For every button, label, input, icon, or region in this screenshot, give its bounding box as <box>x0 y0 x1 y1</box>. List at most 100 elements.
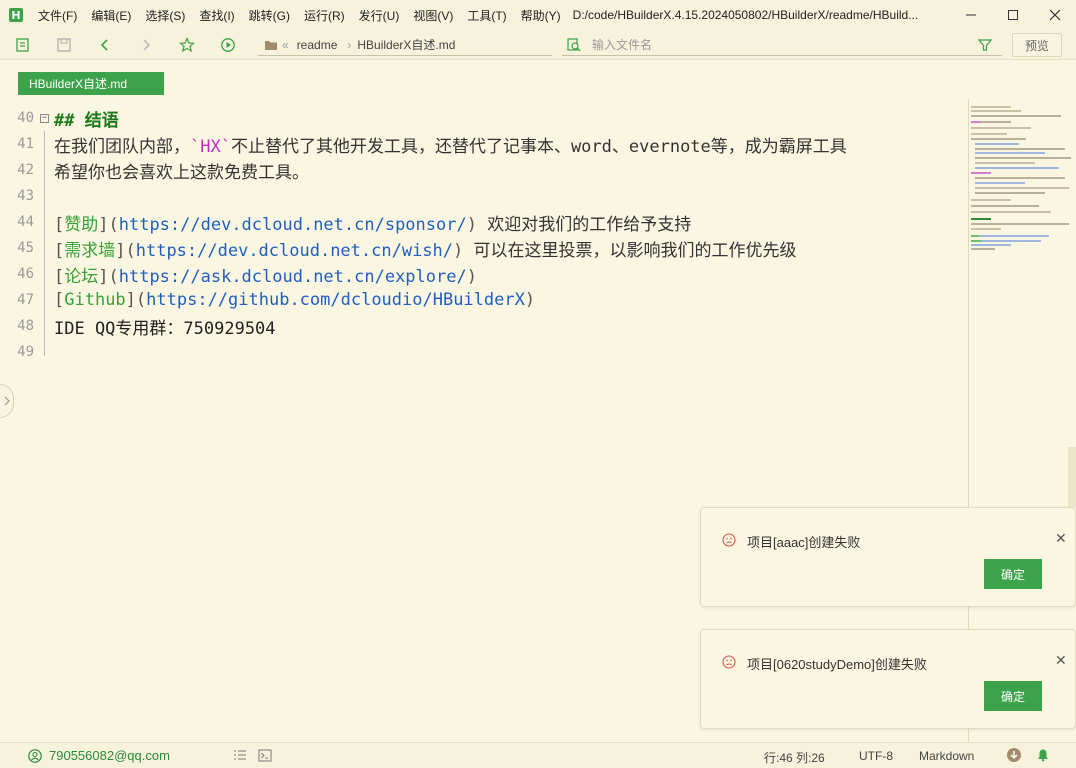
line-number: 46 <box>17 266 34 282</box>
editor-line: 44 [赞助](https://dev.dcloud.net.cn/sponso… <box>0 209 968 235</box>
line-number: 44 <box>17 214 34 230</box>
link-description: 可以在这里投票，以影响我们的工作优先级 <box>463 240 797 261</box>
file-search-bar <box>562 34 1002 56</box>
line-content: IDE QQ专用群：750929504 <box>54 318 276 339</box>
link-description: 欢迎对我们的工作给予支持 <box>476 214 692 235</box>
preview-button[interactable]: 预览 <box>1012 33 1062 57</box>
editor-line: 43 <box>0 183 968 209</box>
language-mode-selector[interactable]: Markdown <box>919 749 974 763</box>
editor-line: 40 − ## 结语 <box>0 105 968 131</box>
line-content: [论坛](https://ask.dcloud.net.cn/explore/) <box>54 266 477 287</box>
confirm-button[interactable]: 确定 <box>984 681 1042 711</box>
play-circle-icon <box>221 38 235 52</box>
link-url[interactable]: https://github.com/dcloudio/HBuilderX <box>146 290 525 310</box>
line-content: [赞助](https://dev.dcloud.net.cn/sponsor/)… <box>54 214 692 235</box>
editor-line: 41 在我们团队内部，`HX`不止替代了其他开发工具，还替代了记事本、word、… <box>0 131 968 157</box>
new-file-button[interactable] <box>14 36 32 54</box>
notification-message: 项目[aaac]创建失败 <box>747 535 861 550</box>
menu-tools[interactable]: 工具(T) <box>467 7 506 24</box>
text-segment: 在我们团队内部， <box>54 136 190 157</box>
close-icon <box>1049 9 1061 21</box>
link-text: 需求墙 <box>64 240 116 261</box>
cursor-position[interactable]: 行:46 列:26 <box>764 749 825 766</box>
link-url[interactable]: https://ask.dcloud.net.cn/explore/ <box>119 267 467 287</box>
menu-file[interactable]: 文件(F) <box>38 7 77 24</box>
tab-bar: HBuilderX自述.md <box>0 61 1076 99</box>
scrollbar-thumb[interactable] <box>1068 447 1076 507</box>
line-number: 43 <box>17 188 34 204</box>
maximize-button[interactable] <box>992 0 1034 30</box>
terminal-icon[interactable] <box>258 749 272 762</box>
line-number: 41 <box>17 136 34 152</box>
breadcrumb: « readme › HBuilderX自述.md <box>258 34 552 56</box>
toolbar: « readme › HBuilderX自述.md 预览 <box>0 30 1076 60</box>
notification-message: 项目[0620studyDemo]创建失败 <box>747 657 927 672</box>
menu-help[interactable]: 帮助(Y) <box>521 7 561 24</box>
confirm-button[interactable]: 确定 <box>984 559 1042 589</box>
line-number: 45 <box>17 240 34 256</box>
line-content: [Github](https://github.com/dcloudio/HBu… <box>54 290 536 310</box>
menu-run[interactable]: 运行(R) <box>304 7 345 24</box>
encoding-selector[interactable]: UTF-8 <box>859 749 893 763</box>
filter-icon[interactable] <box>978 38 992 52</box>
breadcrumb-separator-2: › <box>347 37 352 52</box>
tab-hbuilderx-readme[interactable]: HBuilderX自述.md <box>18 72 164 95</box>
sad-face-icon <box>722 655 736 669</box>
heading-text: 结语 <box>84 110 119 131</box>
window-title-path: D:/code/HBuilderX.4.15.2024050802/HBuild… <box>572 8 919 22</box>
app-logo-icon[interactable]: H <box>9 8 23 22</box>
account-status[interactable]: 790556082@qq.com <box>28 748 170 763</box>
notification-close-button[interactable]: ✕ <box>1055 530 1067 547</box>
minimize-button[interactable] <box>950 0 992 30</box>
menu-edit[interactable]: 编辑(E) <box>91 7 131 24</box>
link-text: 论坛 <box>64 266 99 287</box>
editor-line: 46 [论坛](https://ask.dcloud.net.cn/explor… <box>0 261 968 287</box>
fold-toggle-icon[interactable]: − <box>40 114 49 123</box>
text-segment: 不止替代了其他开发工具，还替代了记事本、word、evernote等，成为霸屏工… <box>230 136 847 157</box>
editor-line: 49 <box>0 339 968 365</box>
link-text: 赞助 <box>64 214 99 235</box>
line-number: 47 <box>17 292 34 308</box>
list-icon[interactable] <box>233 749 247 762</box>
link-url[interactable]: https://dev.dcloud.net.cn/wish/ <box>136 241 453 261</box>
line-number: 49 <box>17 344 34 360</box>
file-search-input[interactable] <box>592 37 962 52</box>
link-url[interactable]: https://dev.dcloud.net.cn/sponsor/ <box>119 215 467 235</box>
download-icon[interactable] <box>1006 747 1022 763</box>
menu-select[interactable]: 选择(S) <box>145 7 185 24</box>
back-button[interactable] <box>96 36 114 54</box>
notification-toast: 项目[aaac]创建失败 ✕ 确定 <box>700 507 1076 607</box>
forward-button[interactable] <box>137 36 155 54</box>
favorite-button[interactable] <box>178 36 196 54</box>
file-search-icon <box>567 37 581 51</box>
breadcrumb-folder[interactable]: readme <box>297 38 338 52</box>
line-number: 40 <box>17 110 34 126</box>
heading-marker: ## <box>54 110 85 131</box>
menu-bar: H 文件(F) 编辑(E) 选择(S) 查找(I) 跳转(G) 运行(R) 发行… <box>0 0 1076 30</box>
status-bar: 790556082@qq.com 行:46 列:26 UTF-8 Markdow… <box>0 742 1076 768</box>
line-content: ## 结语 <box>54 106 119 131</box>
menu-goto[interactable]: 跳转(G) <box>249 7 290 24</box>
editor-line: 45 [需求墙](https://dev.dcloud.net.cn/wish/… <box>0 235 968 261</box>
menu-view[interactable]: 视图(V) <box>413 7 453 24</box>
line-content: 希望你也会喜欢上这款免费工具。 <box>54 162 309 183</box>
notification-close-button[interactable]: ✕ <box>1055 652 1067 669</box>
account-email: 790556082@qq.com <box>49 748 170 763</box>
run-button[interactable] <box>219 36 237 54</box>
close-window-button[interactable] <box>1034 0 1076 30</box>
save-button[interactable] <box>55 36 73 54</box>
breadcrumb-separator: « <box>282 37 289 52</box>
line-content: [需求墙](https://dev.dcloud.net.cn/wish/) 可… <box>54 240 797 261</box>
editor-line: 47 [Github](https://github.com/dcloudio/… <box>0 287 968 313</box>
menu-publish[interactable]: 发行(U) <box>359 7 400 24</box>
menu-find[interactable]: 查找(I) <box>199 7 234 24</box>
editor-line: 48 IDE QQ专用群：750929504 <box>0 313 968 339</box>
breadcrumb-file[interactable]: HBuilderX自述.md <box>357 36 455 53</box>
save-icon <box>57 38 71 52</box>
new-file-icon <box>16 38 29 52</box>
line-number: 42 <box>17 162 34 178</box>
minimize-icon <box>966 14 976 16</box>
editor-line: 42 希望你也会喜欢上这款免费工具。 <box>0 157 968 183</box>
bell-icon[interactable] <box>1036 748 1050 762</box>
sad-face-icon <box>722 533 736 547</box>
